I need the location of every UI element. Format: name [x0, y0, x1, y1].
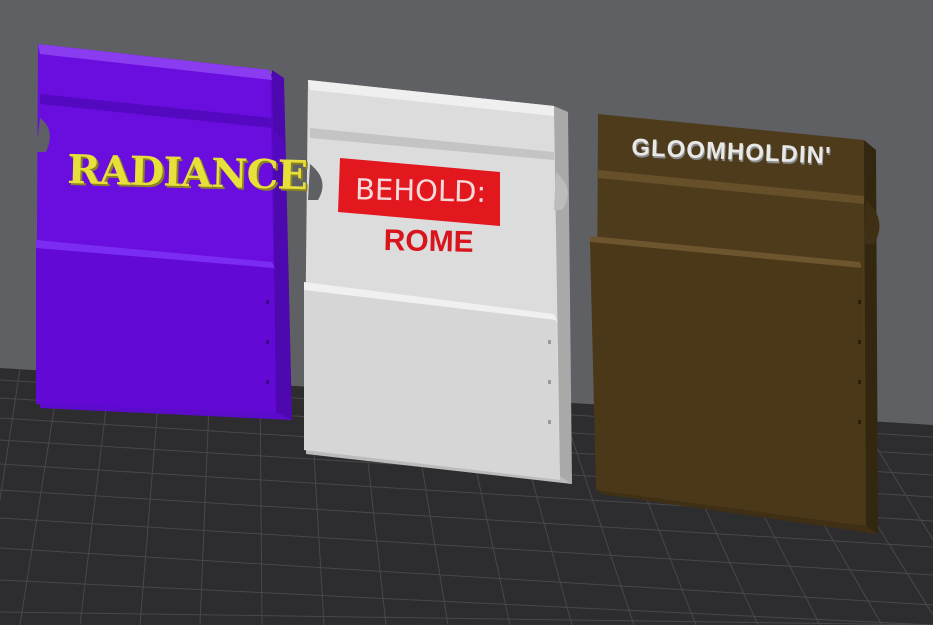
holder-behold-rome[interactable] — [304, 80, 572, 484]
rome-title: ROME — [383, 224, 474, 259]
radiance-title: RADIANCE — [66, 146, 308, 200]
holder-gloomholdin[interactable] — [590, 114, 880, 534]
holder-radiance[interactable] — [36, 44, 292, 420]
behold-title: BEHOLD: — [354, 172, 487, 209]
slicer-viewport[interactable] — [0, 0, 933, 625]
